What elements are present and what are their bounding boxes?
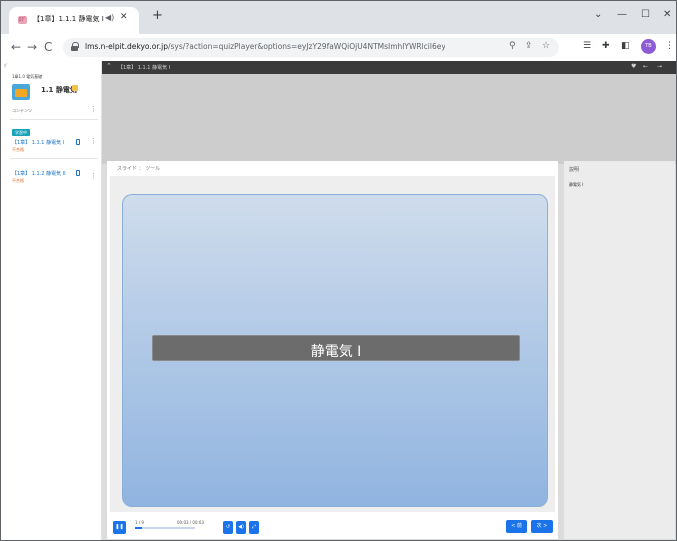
extensions-icon[interactable]: ✚: [602, 41, 610, 51]
back-button[interactable]: ←: [11, 40, 21, 54]
menu-kebab-icon[interactable]: ⋮: [665, 41, 674, 51]
favorite-heart-icon[interactable]: ♥: [631, 63, 636, 70]
zoom-icon[interactable]: ⚲: [509, 41, 516, 51]
slide-counter: 1 / 9: [135, 520, 144, 525]
maximize-button[interactable]: ☐: [641, 9, 650, 21]
notes-label: 説明: [569, 167, 580, 173]
course-more-icon[interactable]: ⋮: [90, 106, 97, 113]
share-icon[interactable]: ⇪: [525, 41, 533, 51]
volume-button[interactable]: ◀): [236, 521, 246, 534]
lock-icon: [71, 42, 79, 51]
chapter-label: 1章1.0 電気基礎: [12, 74, 43, 79]
close-tab-icon[interactable]: ✕: [120, 12, 128, 22]
document-icon: [76, 139, 80, 145]
progress-track[interactable]: [135, 527, 195, 529]
slide-tools-tabs[interactable]: スライド ： ツール: [117, 165, 160, 172]
notes-text: 静電気 I: [569, 182, 584, 187]
lesson-title[interactable]: 【1章】 1.1.2 静電気 II: [12, 170, 66, 177]
study-status-tag: 学習中: [12, 129, 30, 136]
notes-panel: 説明 静電気 I: [564, 161, 675, 539]
sidebar-divider: [10, 119, 98, 120]
reload-button[interactable]: C: [44, 40, 52, 54]
progress-fill: [135, 527, 142, 529]
time-display: 00:03 / 00:03: [177, 520, 204, 525]
url-text: lms.n-elpit.dekyo.or.jp/sys/?action=quiz…: [85, 42, 445, 51]
close-window-button[interactable]: ✕: [663, 9, 671, 21]
slide-canvas: 静電気 I: [122, 194, 548, 507]
address-bar[interactable]: lms.n-elpit.dekyo.or.jp/sys/?action=quiz…: [63, 38, 559, 57]
course-sidebar: ﾎﾟ 1章1.0 電気基礎 1.1 静電気 コンテンツ ⋮ 学習中 【1章】 1…: [1, 61, 102, 540]
next-slide-button[interactable]: 次 >: [531, 520, 553, 533]
tab-search-icon[interactable]: ⌄: [594, 9, 602, 21]
lesson-more-icon[interactable]: ⋮: [90, 173, 97, 180]
tab-strip: ﾛｸﾞ 【1章】1.1.1 静電気 I ◀) ✕ + ⌄ — ☐ ✕: [1, 1, 676, 34]
contents-link[interactable]: コンテンツ: [12, 108, 32, 114]
player-header-bar: ⌃ 【1章】 1.1.1 静電気 I ♥ ← →: [102, 61, 676, 74]
web-page: ﾎﾟ 1章1.0 電気基礎 1.1 静電気 コンテンツ ⋮ 学習中 【1章】 1…: [1, 61, 676, 540]
course-badge-icon: [72, 85, 78, 91]
reading-list-icon[interactable]: ☰: [583, 41, 591, 51]
player-title: 【1章】 1.1.1 静電気 I: [118, 65, 171, 71]
header-band: [102, 74, 676, 164]
lesson-status: 不合格: [12, 147, 24, 152]
document-icon: [76, 170, 80, 176]
minimize-button[interactable]: —: [617, 9, 627, 21]
url-host: lms.n-elpit.dekyo.or.jp: [85, 42, 168, 51]
fullscreen-button[interactable]: ⤢: [249, 521, 259, 534]
browser-tab[interactable]: ﾛｸﾞ 【1章】1.1.1 静電気 I ◀) ✕: [9, 7, 139, 34]
lesson-status: 不合格: [12, 178, 24, 183]
collapse-chevron-icon[interactable]: ⌃: [106, 62, 112, 70]
lesson-title[interactable]: 【1章】 1.1.1 静電気 I: [12, 139, 64, 146]
new-tab-button[interactable]: +: [152, 9, 163, 22]
tab-title: 【1章】1.1.1 静電気 I: [33, 15, 104, 23]
browser-window: ﾛｸﾞ 【1章】1.1.1 静電気 I ◀) ✕ + ⌄ — ☐ ✕ ← → C…: [0, 0, 677, 541]
audio-icon[interactable]: ◀): [105, 13, 114, 22]
profile-avatar[interactable]: TB: [641, 39, 656, 54]
sidebar-divider: [10, 158, 98, 159]
favicon-icon: ﾛｸﾞ: [18, 16, 27, 24]
course-thumbnail: [12, 84, 30, 100]
url-path: /sys/?action=quizPlayer&options=eyJzY29f…: [167, 42, 445, 51]
side-panel-icon[interactable]: ◧: [621, 41, 630, 51]
browser-toolbar: ← → C lms.n-elpit.dekyo.or.jp/sys/?actio…: [1, 34, 676, 61]
prev-lesson-icon[interactable]: ←: [643, 63, 648, 70]
forward-button[interactable]: →: [27, 40, 37, 54]
slide-title-band: 静電気 I: [152, 335, 520, 361]
sidebar-back-link[interactable]: ﾎﾟ: [4, 63, 8, 69]
slide-panel: スライド ： ツール 静電気 I ❚❚ 1 / 9 00:03 / 00:03 …: [107, 161, 558, 539]
next-lesson-icon[interactable]: →: [657, 63, 662, 70]
pause-button[interactable]: ❚❚: [113, 521, 126, 534]
bookmark-star-icon[interactable]: ☆: [542, 41, 550, 51]
slide-title: 静電気 I: [310, 344, 362, 360]
prev-slide-button[interactable]: < 前: [506, 520, 527, 533]
lesson-more-icon[interactable]: ⋮: [90, 138, 97, 145]
slide-frame: 静電気 I: [110, 176, 555, 512]
replay-button[interactable]: ↺: [223, 521, 233, 534]
